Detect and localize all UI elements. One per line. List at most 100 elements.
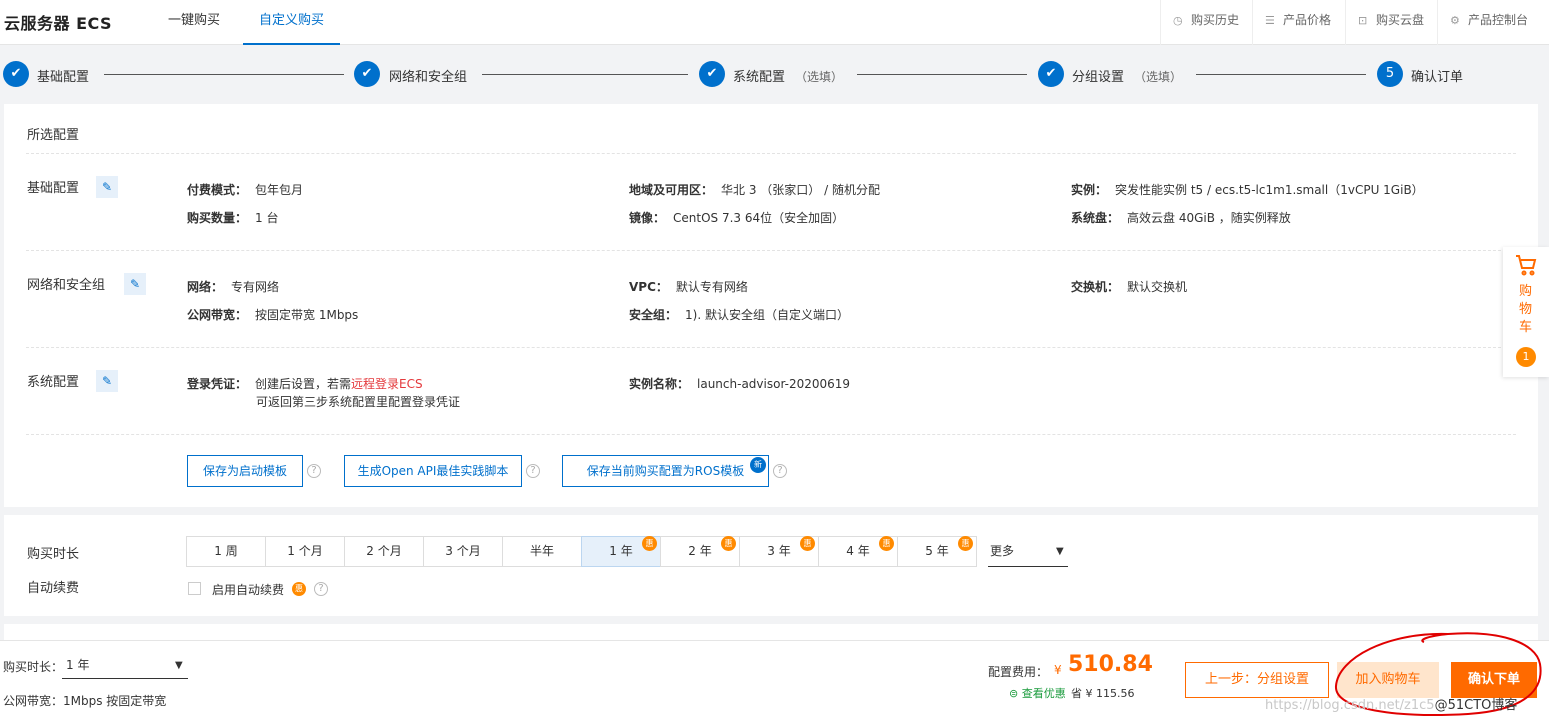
panel-partial	[4, 624, 1538, 640]
divider	[26, 250, 1516, 251]
step-connector	[857, 74, 1027, 75]
image: 镜像： CentOS 7.3 64位（安全加固）	[629, 211, 845, 225]
discount-icon: 惠	[292, 582, 306, 596]
duration-option[interactable]: 3 个月	[423, 536, 503, 567]
footer-bandwidth: 公网带宽：1Mbps 按固定带宽	[3, 694, 167, 708]
login-credential-note: 可返回第三步系统配置里配置登录凭证	[256, 395, 461, 409]
cart-count-badge: 1	[1516, 347, 1536, 367]
link-buy-disk[interactable]: ⊡ 购买云盘	[1345, 0, 1424, 45]
step-system[interactable]: 系统配置 （选填）	[733, 66, 843, 85]
duration-option-selected[interactable]: 1 年惠	[581, 536, 661, 567]
check-icon: ✔	[699, 61, 725, 87]
currency-symbol: ¥	[1054, 663, 1062, 677]
caret-down-icon: ▼	[175, 660, 183, 671]
cart-icon	[1514, 253, 1538, 283]
duration-option[interactable]: 1 个月	[265, 536, 345, 567]
tab-quick-buy[interactable]: 一键购买	[152, 0, 236, 45]
top-bar: 云服务器 ECS 一键购买 自定义购买 ◷ 购买历史 ☰ 产品价格 ⊡ 购买云盘 ⚙ 产…	[0, 0, 1549, 45]
duration-option[interactable]: 1 周	[186, 536, 266, 567]
purchase-duration-panel: 购买时长 1 周 1 个月 2 个月 3 个月 半年 1 年惠 2 年惠 3 年…	[4, 515, 1538, 616]
remote-login-link[interactable]: 远程登录ECS	[351, 377, 423, 391]
check-icon: ✔	[3, 61, 29, 87]
lock-icon: ⊡	[1358, 14, 1368, 27]
duration-option[interactable]: 2 年惠	[660, 536, 740, 567]
discount-icon: 惠	[879, 536, 894, 551]
step-network[interactable]: 网络和安全组	[389, 66, 467, 85]
section-system-label: 系统配置	[27, 375, 80, 390]
duration-option[interactable]: 3 年惠	[739, 536, 819, 567]
edit-icon[interactable]: ✎	[96, 176, 118, 198]
help-icon[interactable]: ?	[526, 464, 540, 478]
instance-type: 实例： 突发性能实例 t5 / ecs.t5-lc1m1.small（1vCPU …	[1071, 183, 1424, 197]
gear-icon: ⚙	[1450, 14, 1460, 27]
divider	[26, 347, 1516, 348]
saved-amount: 省 ¥ 115.56	[1071, 687, 1135, 700]
config-summary-panel: 所选配置 基础配置 ✎ 付费模式： 包年包月 购买数量： 1 台 地域及可用区： 华北…	[4, 104, 1538, 507]
clock-icon: ◷	[1173, 14, 1183, 27]
divider	[26, 153, 1516, 154]
tab-custom-buy[interactable]: 自定义购买	[243, 0, 341, 45]
link-console[interactable]: ⚙ 产品控制台	[1437, 0, 1528, 45]
step-connector	[104, 74, 344, 75]
section-basic-label: 基础配置	[27, 181, 80, 196]
check-icon: ✔	[1038, 61, 1064, 87]
system-disk: 系统盘： 高效云盘 40GiB ，随实例释放	[1071, 211, 1291, 225]
step-number: 5	[1377, 61, 1403, 87]
caret-down-icon: ▼	[1056, 546, 1064, 557]
step-grouping[interactable]: 分组设置 （选填）	[1072, 66, 1182, 85]
step-connector	[482, 74, 688, 75]
check-icon: ✔	[354, 61, 380, 87]
network-type: 网络： 专有网络	[187, 280, 280, 294]
footer-duration-label: 购买时长：	[3, 660, 64, 674]
divider	[26, 434, 1516, 435]
step-basic[interactable]: 基础配置	[37, 66, 89, 85]
coupon-icon: ⊜	[1009, 687, 1019, 700]
link-purchase-history[interactable]: ◷ 购买历史	[1160, 0, 1239, 45]
shopping-cart-float[interactable]: 购物车 1	[1503, 247, 1549, 377]
instance-name: 实例名称： launch-advisor-20200619	[629, 377, 851, 391]
discount-icon: 惠	[642, 536, 657, 551]
section-network-label: 网络和安全组	[27, 278, 106, 293]
list-icon: ☰	[1265, 14, 1275, 27]
edit-icon[interactable]: ✎	[96, 370, 118, 392]
auto-renew-checkbox-label[interactable]: 启用自动续费	[212, 581, 284, 598]
edit-icon[interactable]: ✎	[124, 273, 146, 295]
login-credential: 登录凭证： 创建后设置，若需远程登录ECS	[187, 377, 423, 391]
duration-option[interactable]: 2 个月	[344, 536, 424, 567]
duration-label: 购买时长	[27, 547, 80, 562]
generate-openapi-button[interactable]: 生成Open API最佳实践脚本	[344, 455, 522, 487]
price-label: 配置费用：	[988, 665, 1049, 679]
save-launch-template-button[interactable]: 保存为启动模板	[187, 455, 303, 487]
previous-step-button[interactable]: 上一步：分组设置	[1185, 662, 1329, 698]
duration-option[interactable]: 5 年惠	[897, 536, 977, 567]
cart-label: 购物车	[1519, 284, 1533, 335]
new-badge: 新	[750, 457, 766, 473]
step-progress: ✔ 基础配置 ✔ 网络和安全组 ✔ 系统配置 （选填） ✔ 分组设置 （选填） 5 …	[0, 46, 1549, 102]
total-price: 510.84	[1068, 652, 1153, 677]
step-connector	[1196, 74, 1366, 75]
purchase-quantity: 购买数量： 1 台	[187, 211, 279, 225]
duration-option[interactable]: 半年	[502, 536, 582, 567]
billing-mode: 付费模式： 包年包月	[187, 183, 304, 197]
vpc: VPC： 默认专有网络	[629, 280, 748, 294]
save-ros-template-button[interactable]: 保存当前购买配置为ROS模板	[562, 455, 769, 487]
view-discount-link[interactable]: ⊜ 查看优惠	[1009, 685, 1066, 701]
discount-icon: 惠	[721, 536, 736, 551]
link-product-price[interactable]: ☰ 产品价格	[1252, 0, 1331, 45]
step-confirm: 确认订单	[1411, 70, 1464, 85]
discount-icon: 惠	[800, 536, 815, 551]
product-title: 云服务器 ECS	[4, 14, 113, 33]
footer-duration-select[interactable]: 1 年	[62, 652, 188, 679]
help-icon[interactable]: ?	[314, 582, 328, 596]
auto-renew-checkbox[interactable]	[188, 582, 201, 595]
help-icon[interactable]: ?	[307, 464, 321, 478]
help-icon[interactable]: ?	[773, 464, 787, 478]
duration-option[interactable]: 4 年惠	[818, 536, 898, 567]
public-bandwidth: 公网带宽： 按固定带宽 1Mbps	[187, 308, 359, 322]
security-group: 安全组： 1). 默认安全组（自定义端口）	[629, 308, 849, 322]
auto-renew-label: 自动续费	[27, 581, 80, 596]
vswitch: 交换机： 默认交换机	[1071, 280, 1188, 294]
watermark: https://blog.csdn.net/z1c5@51CTO博客	[1265, 698, 1518, 713]
region-zone: 地域及可用区： 华北 3 （张家口） / 随机分配	[629, 183, 880, 197]
panel-title: 所选配置	[27, 128, 80, 143]
